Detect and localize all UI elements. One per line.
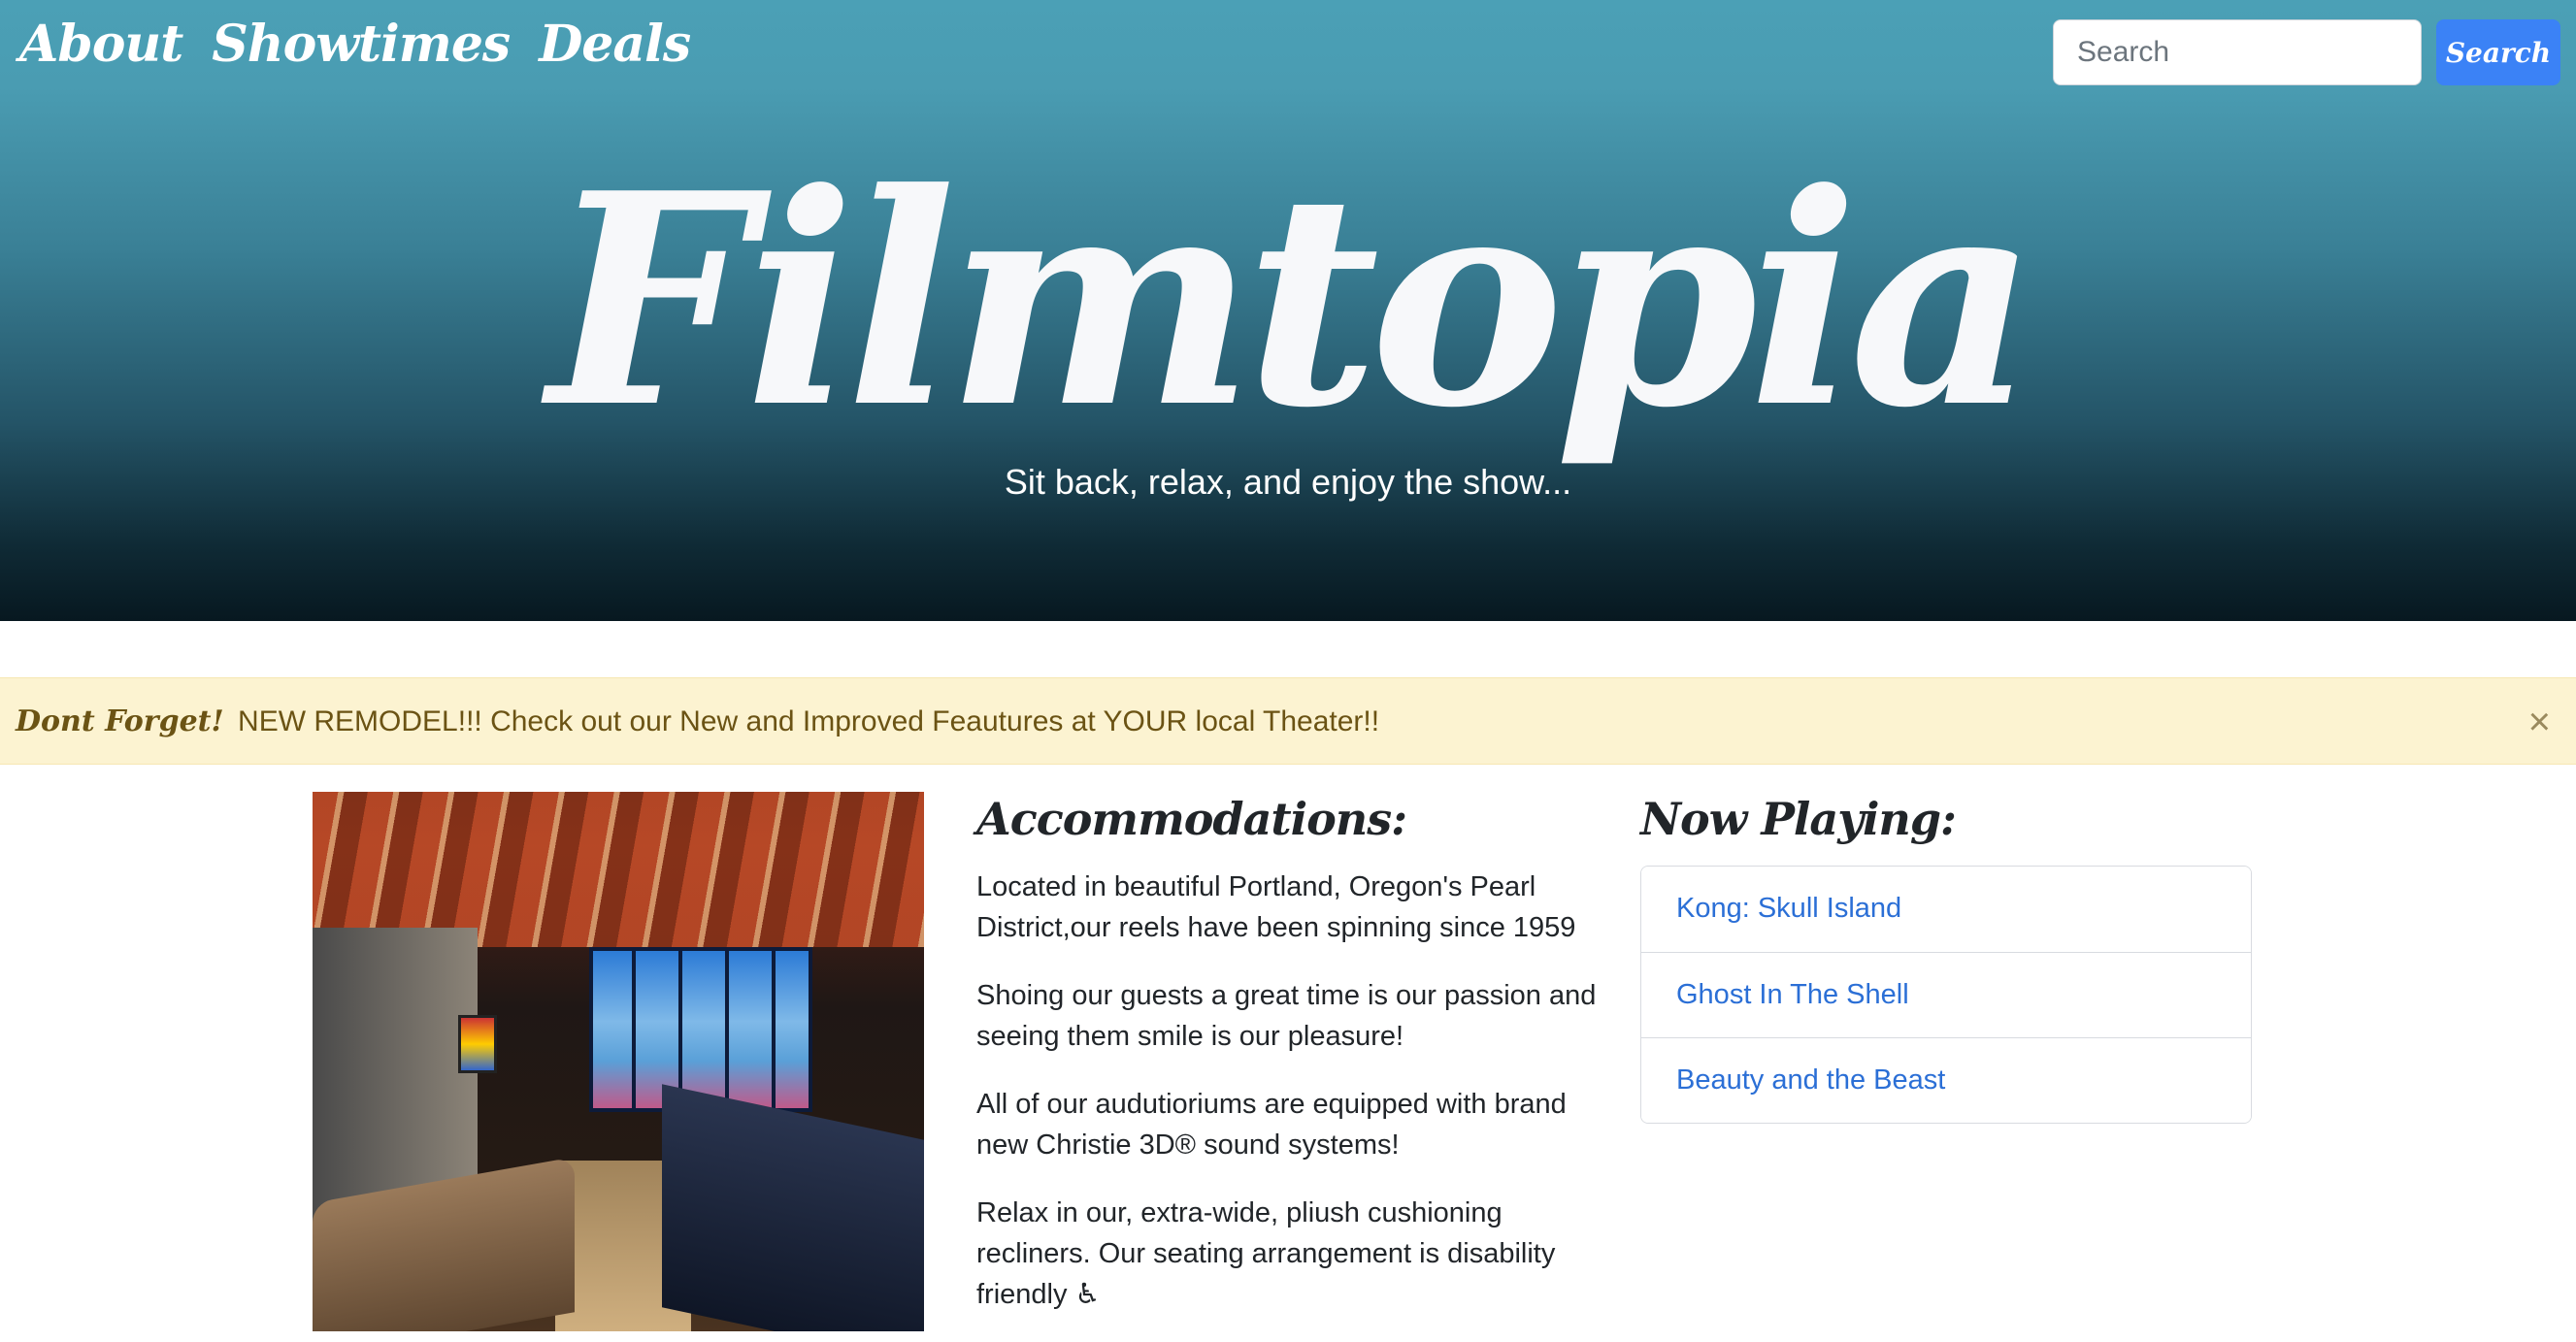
- remodel-alert: Dont Forget! NEW REMODEL!!! Check out ou…: [0, 677, 2576, 765]
- accommodations-paragraph: Relax in our, extra-wide, pliush cushion…: [976, 1197, 1556, 1310]
- main-nav: About Showtimes Deals: [19, 14, 691, 76]
- alert-message: NEW REMODEL!!! Check out our New and Imp…: [238, 705, 1380, 737]
- accommodations-paragraph: All of our audutioriums are equipped wit…: [976, 1089, 1567, 1161]
- accommodations-paragraph: Located in beautiful Portland, Oregon's …: [976, 871, 1576, 943]
- movie-link-beauty-and-the-beast[interactable]: Beauty and the Beast: [1641, 1037, 2251, 1123]
- now-playing-heading: Now Playing:: [1640, 793, 1957, 845]
- close-icon[interactable]: ×: [2528, 678, 2551, 766]
- alert-strong-text: Dont Forget!: [16, 704, 224, 738]
- accommodations-heading: Accommodations:: [976, 793, 1407, 845]
- nav-about-link[interactable]: About: [19, 14, 183, 76]
- movie-link-kong[interactable]: Kong: Skull Island: [1641, 867, 2251, 952]
- nav-showtimes-link[interactable]: Showtimes: [212, 14, 511, 76]
- brand-title: Filmtopia: [547, 129, 2037, 472]
- hero-banner: About Showtimes Deals Search Filmtopia S…: [0, 0, 2576, 621]
- search-input[interactable]: [2053, 19, 2422, 85]
- accommodations-body: Located in beautiful Portland, Oregon's …: [976, 867, 1598, 1342]
- nav-deals-link[interactable]: Deals: [539, 14, 691, 76]
- movie-link-ghost-in-the-shell[interactable]: Ghost In The Shell: [1641, 952, 2251, 1037]
- search-button[interactable]: Search: [2436, 19, 2560, 85]
- accommodations-paragraph: Shoing our guests a great time is our pa…: [976, 980, 1597, 1052]
- theater-photo: [313, 792, 924, 1331]
- now-playing-list: Kong: Skull Island Ghost In The Shell Be…: [1640, 866, 2252, 1124]
- tagline: Sit back, relax, and enjoy the show...: [1004, 462, 1572, 502]
